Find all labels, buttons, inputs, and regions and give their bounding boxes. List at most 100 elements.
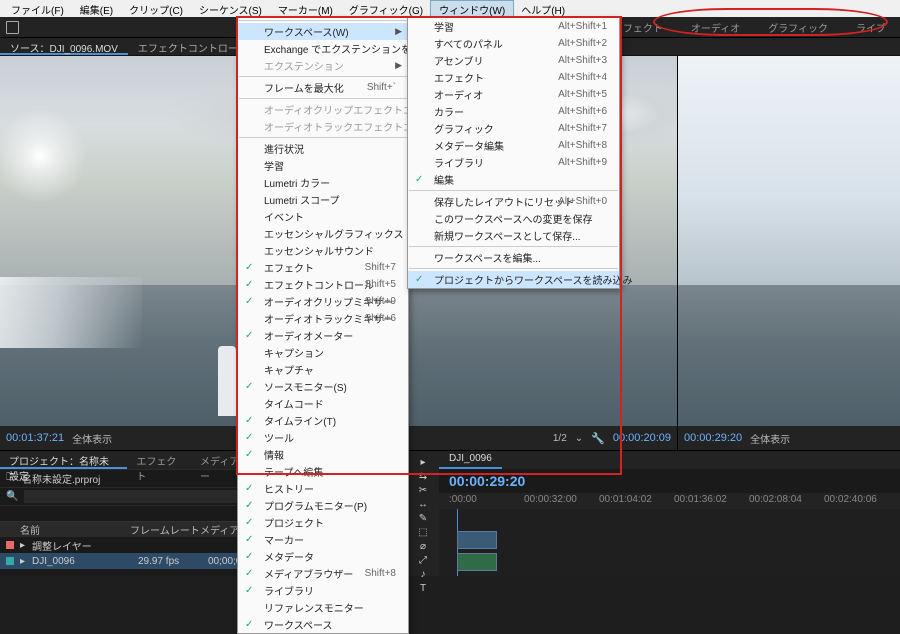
menu-row[interactable]: テープへ編集 [238, 463, 408, 480]
menu-row[interactable]: 進行状況 [238, 140, 408, 157]
tool-button[interactable]: ⤢ [411, 555, 435, 566]
tool-button[interactable]: T [411, 583, 435, 594]
menu-row[interactable]: グラフィックAlt+Shift+7 [408, 120, 619, 137]
menu-row[interactable]: ✓タイムライン(T) [238, 412, 408, 429]
tool-button[interactable]: ↔ [411, 499, 435, 510]
menu-label: ワークスペース [264, 617, 333, 632]
timeline-tracks[interactable] [439, 509, 900, 576]
menu-row[interactable]: オーディオクリップエフェクトエディター [238, 101, 408, 118]
menu-row[interactable]: エッセンシャルグラフィックス [238, 225, 408, 242]
search-icon[interactable]: 🔍 [6, 491, 18, 502]
menu-row[interactable]: ✓エフェクトコントロールShift+5 [238, 276, 408, 293]
menu-label: Lumetri カラー [264, 175, 330, 190]
menu-row[interactable]: すべてのパネルAlt+Shift+2 [408, 35, 619, 52]
home-icon[interactable] [6, 21, 19, 34]
menu-row[interactable]: オーディオトラックミキサーShift+6 [238, 310, 408, 327]
menu-row[interactable]: Exchange でエクステンションを検索... [238, 40, 408, 57]
menu-row[interactable]: 新規ワークスペースとして保存... [408, 227, 619, 244]
tool-button[interactable]: ✎ [411, 513, 435, 524]
source-timecode[interactable]: 00:01:37:21 [6, 432, 64, 444]
menu-row[interactable]: エッセンシャルサウンド [238, 242, 408, 259]
menu-row[interactable]: エフェクトAlt+Shift+4 [408, 69, 619, 86]
menu-label: フレームを最大化 [264, 80, 344, 95]
menu-item[interactable]: グラフィック(G) [341, 1, 431, 16]
menu-row[interactable]: 学習 [238, 157, 408, 174]
menu-row[interactable]: ✓マーカー [238, 531, 408, 548]
menu-row[interactable]: メタデータ編集Alt+Shift+8 [408, 137, 619, 154]
timeline-audio-clip[interactable] [457, 553, 497, 571]
menu-row[interactable]: アセンブリAlt+Shift+3 [408, 52, 619, 69]
menu-row[interactable]: 学習Alt+Shift+1 [408, 18, 619, 35]
menu-row[interactable]: フレームを最大化Shift+` [238, 79, 408, 96]
submenu-arrow-icon: ▶ [395, 26, 402, 37]
menu-row[interactable]: ✓情報 [238, 446, 408, 463]
workspace-tab[interactable]: ライブ [852, 20, 890, 35]
tool-button[interactable]: ⌀ [411, 541, 435, 552]
tool-button[interactable]: ⬚ [411, 527, 435, 538]
menu-row[interactable]: ✓ライブラリ [238, 582, 408, 599]
menu-row[interactable]: 保存したレイアウトにリセットAlt+Shift+0 [408, 193, 619, 210]
right-fit[interactable]: 全体表示 [750, 431, 790, 446]
menu-item[interactable]: ファイル(F) [3, 1, 72, 16]
menu-row[interactable]: ✓エフェクトShift+7 [238, 259, 408, 276]
timeline-tab[interactable]: DJI_0096 [439, 451, 502, 469]
timeline-clip[interactable] [457, 531, 497, 549]
menu-item[interactable]: 編集(E) [72, 1, 121, 16]
program-scale[interactable]: 1/2 [553, 433, 567, 444]
panel-tab[interactable]: プロジェクト：名称未設定 [0, 451, 127, 469]
menu-row[interactable]: イベント [238, 208, 408, 225]
media-icon: ▸ [20, 556, 28, 567]
tool-button[interactable]: ✂ [411, 485, 435, 496]
panel-tab[interactable]: エフェクト [127, 451, 191, 469]
menu-row[interactable]: ✓プロジェクトからワークスペースを読み込み [408, 271, 619, 288]
menu-row[interactable]: ✓メタデータ [238, 548, 408, 565]
chevron-down-icon[interactable]: ⌄ [575, 433, 583, 444]
menu-label: メタデータ [264, 549, 314, 564]
menu-row[interactable]: リファレンスモニター [238, 599, 408, 616]
menu-item[interactable]: シーケンス(S) [191, 1, 270, 16]
menu-row[interactable]: このワークスペースへの変更を保存 [408, 210, 619, 227]
menu-row[interactable]: ✓メディアブラウザーShift+8 [238, 565, 408, 582]
menu-row[interactable]: ✓ワークスペース [238, 616, 408, 633]
column-header[interactable]: 名前 [0, 522, 130, 537]
bin-icon[interactable]: 🗀 [6, 470, 16, 487]
menu-row[interactable]: ライブラリAlt+Shift+9 [408, 154, 619, 171]
menu-item[interactable]: クリップ(C) [121, 1, 191, 16]
menu-row[interactable]: オーディオトラックエフェクトエディター [238, 118, 408, 135]
menu-row[interactable]: ✓プログラムモニター(P) [238, 497, 408, 514]
menu-item[interactable]: ウィンドウ(W) [431, 1, 513, 16]
menu-row[interactable]: エクステンション▶ [238, 57, 408, 74]
column-header[interactable]: フレームレート [130, 522, 200, 537]
menu-row[interactable]: オーディオAlt+Shift+5 [408, 86, 619, 103]
tool-button[interactable]: ⇆ [411, 471, 435, 482]
wrench-icon[interactable]: 🔧 [591, 432, 605, 445]
menu-row[interactable]: ✓ソースモニター(S) [238, 378, 408, 395]
program-timecode[interactable]: 00:00:20:09 [613, 432, 671, 444]
menu-row[interactable]: ✓ヒストリー [238, 480, 408, 497]
workspace-tab[interactable]: グラフィック [764, 20, 832, 35]
tool-button[interactable]: ♪ [411, 569, 435, 580]
menu-row[interactable]: キャプチャ [238, 361, 408, 378]
menu-row[interactable]: キャプション [238, 344, 408, 361]
menu-item[interactable]: ヘルプ(H) [513, 1, 573, 16]
menu-row[interactable]: ワークスペースを編集... [408, 249, 619, 266]
menu-label: タイムコード [264, 396, 324, 411]
workspace-tab[interactable]: オーディオ [687, 20, 744, 35]
menu-row[interactable]: ✓オーディオメーター [238, 327, 408, 344]
timeline-timecode[interactable]: 00:00:29:20 [439, 469, 900, 493]
secondary-monitor[interactable]: 00:00:29:20 全体表示 [678, 56, 900, 450]
menu-row[interactable]: Lumetri カラー [238, 174, 408, 191]
menu-row[interactable]: ✓オーディオクリップミキサーShift+9 [238, 293, 408, 310]
menu-row[interactable]: ✓ツール [238, 429, 408, 446]
menu-row[interactable]: タイムコード [238, 395, 408, 412]
menu-row[interactable]: カラーAlt+Shift+6 [408, 103, 619, 120]
source-fit[interactable]: 全体表示 [72, 431, 112, 446]
right-timecode[interactable]: 00:00:29:20 [684, 432, 742, 444]
tool-button[interactable]: ▸ [411, 457, 435, 468]
menu-row[interactable]: ワークスペース(W)▶ [238, 23, 408, 40]
menu-row[interactable]: ✓プロジェクト [238, 514, 408, 531]
menu-row[interactable]: Lumetri スコープ [238, 191, 408, 208]
menu-row[interactable]: ✓編集 [408, 171, 619, 188]
menu-item[interactable]: マーカー(M) [270, 1, 341, 16]
panel-tab[interactable]: ソース：DJI_0096.MOV [0, 38, 128, 55]
